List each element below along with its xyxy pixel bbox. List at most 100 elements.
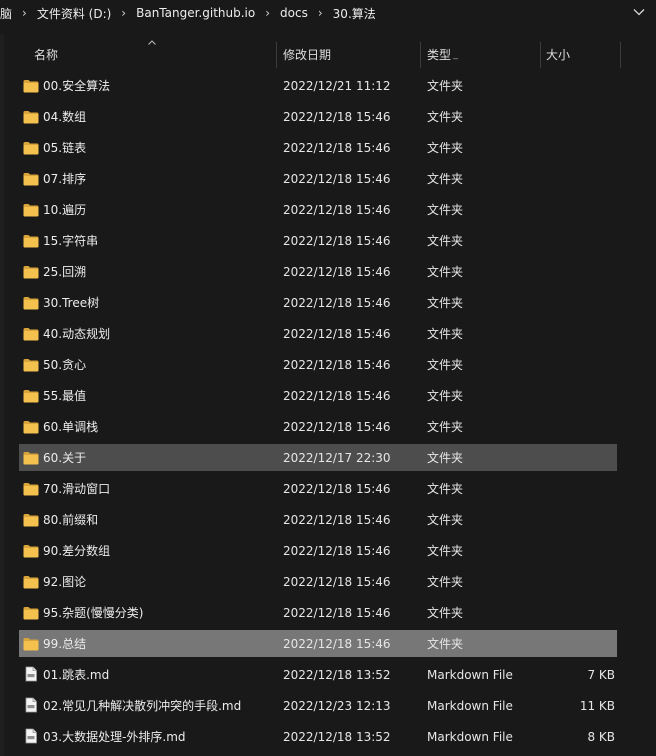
column-divider[interactable]	[276, 42, 277, 68]
file-size: 7 KB	[587, 667, 615, 682]
file-name-cell: 30.Tree树	[19, 289, 275, 316]
file-size	[545, 568, 615, 595]
breadcrumb-item-drive[interactable]: 文件资料 (D:)	[35, 5, 113, 22]
file-name: 70.滑动窗口	[43, 482, 111, 496]
breadcrumb-item-repo[interactable]: BanTanger.github.io	[134, 6, 257, 20]
file-row[interactable]: 99.总结 2022/12/18 15:46 文件夹	[19, 630, 617, 657]
file-row[interactable]: 50.贪心 2022/12/18 15:46 文件夹	[19, 351, 617, 378]
file-row[interactable]: 30.Tree树 2022/12/18 15:46 文件夹	[19, 289, 617, 316]
file-row[interactable]: 90.差分数组 2022/12/18 15:46 文件夹	[19, 537, 617, 564]
file-row[interactable]: 60.单调栈 2022/12/18 15:46 文件夹	[19, 413, 617, 440]
column-divider[interactable]	[620, 42, 621, 68]
file-row[interactable]: 00.安全算法 2022/12/21 11:12 文件夹	[19, 72, 617, 99]
file-row[interactable]: 92.图论 2022/12/18 15:46 文件夹	[19, 568, 617, 595]
file-type: Markdown File	[427, 667, 513, 682]
file-name-cell: 25.回溯	[19, 258, 275, 285]
file-row[interactable]: 03.大数据处理-外排序.md 2022/12/18 13:52 Markdown …	[19, 723, 617, 750]
file-size	[545, 506, 615, 533]
modified-date: 2022/12/18 15:46	[283, 109, 391, 124]
modified-date: 2022/12/18 13:52	[283, 667, 391, 682]
column-divider[interactable]	[420, 42, 421, 68]
chevron-right-icon[interactable]: ›	[22, 6, 27, 20]
file-name-cell: 07.排序	[19, 165, 275, 192]
file-row[interactable]: 01.跳表.md 2022/12/18 13:52 Markdown File 7 K…	[19, 661, 617, 688]
column-header-type[interactable]: 类型 _	[427, 38, 537, 70]
file-row[interactable]: 55.最值 2022/12/18 15:46 文件夹	[19, 382, 617, 409]
chevron-right-icon[interactable]: ›	[318, 6, 323, 20]
file-name: 30.Tree树	[43, 296, 100, 310]
file-type: 文件夹	[427, 265, 464, 279]
modified-date: 2022/12/18 15:46	[283, 326, 391, 341]
column-header-size[interactable]: 大小	[546, 38, 616, 70]
file-name: 03.大数据处理-外排序.md	[43, 730, 186, 744]
modified-date: 2022/12/18 15:46	[283, 357, 391, 372]
column-header: 名称 修改日期 类型 _ 大小	[18, 38, 622, 70]
modified-date: 2022/12/18 15:46	[283, 171, 391, 186]
file-row[interactable]: 10.遍历 2022/12/18 15:46 文件夹	[19, 196, 617, 223]
column-header-type-label: 类型	[427, 47, 452, 62]
file-name: 05.链表	[43, 141, 87, 155]
modified-date: 2022/12/18 15:46	[283, 233, 391, 248]
chevron-down-icon[interactable]	[632, 5, 646, 19]
file-size	[545, 537, 615, 564]
file-size	[545, 72, 615, 99]
chevron-right-icon[interactable]: ›	[265, 6, 270, 20]
file-size	[545, 258, 615, 285]
file-name-cell: 00.安全算法	[19, 72, 275, 99]
file-size	[545, 444, 615, 471]
file-row[interactable]: 07.排序 2022/12/18 15:46 文件夹	[19, 165, 617, 192]
folder-icon	[23, 575, 39, 589]
file-row[interactable]: 80.前缀和 2022/12/18 15:46 文件夹	[19, 506, 617, 533]
chevron-right-icon[interactable]: ›	[121, 6, 126, 20]
file-row[interactable]: 02.常见几种解决散列冲突的手段.md 2022/12/23 12:13 Markd…	[19, 692, 617, 719]
file-type: 文件夹	[427, 544, 464, 558]
column-divider[interactable]	[540, 42, 541, 68]
file-name-cell: 15.字符串	[19, 227, 275, 254]
vertical-scrollbar[interactable]	[642, 34, 656, 756]
breadcrumb-item-current[interactable]: 30.算法	[331, 5, 378, 22]
file-size	[545, 475, 615, 502]
file-row[interactable]: 40.动态规划 2022/12/18 15:46 文件夹	[19, 320, 617, 347]
breadcrumb-item-this-pc[interactable]: 脑	[0, 5, 14, 22]
pane-edge	[0, 34, 4, 756]
file-name: 99.总结	[43, 637, 87, 651]
file-row[interactable]: 04.数组 2022/12/18 15:46 文件夹	[19, 103, 617, 130]
file-type: 文件夹	[427, 482, 464, 496]
modified-date: 2022/12/23 12:13	[283, 698, 391, 713]
file-row[interactable]: 95.杂题(慢慢分类) 2022/12/18 15:46 文件夹	[19, 599, 617, 626]
file-type: 文件夹	[427, 637, 464, 651]
file-name-cell: 04.数组	[19, 103, 275, 130]
file-row[interactable]: 60.关于 2022/12/17 22:30 文件夹	[19, 444, 617, 471]
file-name-cell: 95.杂题(慢慢分类)	[19, 599, 275, 626]
folder-icon	[23, 172, 39, 186]
file-row[interactable]: 05.链表 2022/12/18 15:46 文件夹	[19, 134, 617, 161]
folder-icon	[23, 234, 39, 248]
file-size	[545, 630, 615, 657]
file-size	[545, 599, 615, 626]
file-name: 92.图论	[43, 575, 87, 589]
file-name-cell: 50.贪心	[19, 351, 275, 378]
file-type: 文件夹	[427, 575, 464, 589]
file-size: 11 KB	[579, 698, 615, 713]
file-type: 文件夹	[427, 420, 464, 434]
file-name: 25.回溯	[43, 265, 87, 279]
file-type: 文件夹	[427, 110, 464, 124]
file-size	[545, 196, 615, 223]
folder-icon	[23, 79, 39, 93]
file-size: 8 KB	[587, 729, 615, 744]
column-header-name[interactable]: 名称	[34, 38, 274, 70]
folder-icon	[23, 420, 39, 434]
file-name-cell: 99.总结	[19, 630, 275, 657]
file-row[interactable]: 15.字符串 2022/12/18 15:46 文件夹	[19, 227, 617, 254]
file-row[interactable]: 70.滑动窗口 2022/12/18 15:46 文件夹	[19, 475, 617, 502]
file-name-cell: 92.图论	[19, 568, 275, 595]
file-row[interactable]: 25.回溯 2022/12/18 15:46 文件夹	[19, 258, 617, 285]
folder-icon	[23, 203, 39, 217]
modified-date: 2022/12/18 15:46	[283, 636, 391, 651]
folder-icon	[23, 451, 39, 465]
file-name-cell: 01.跳表.md	[19, 661, 275, 688]
column-header-date[interactable]: 修改日期	[283, 38, 423, 70]
folder-icon	[23, 110, 39, 124]
breadcrumb-item-docs[interactable]: docs	[278, 6, 310, 20]
file-type: 文件夹	[427, 327, 464, 341]
